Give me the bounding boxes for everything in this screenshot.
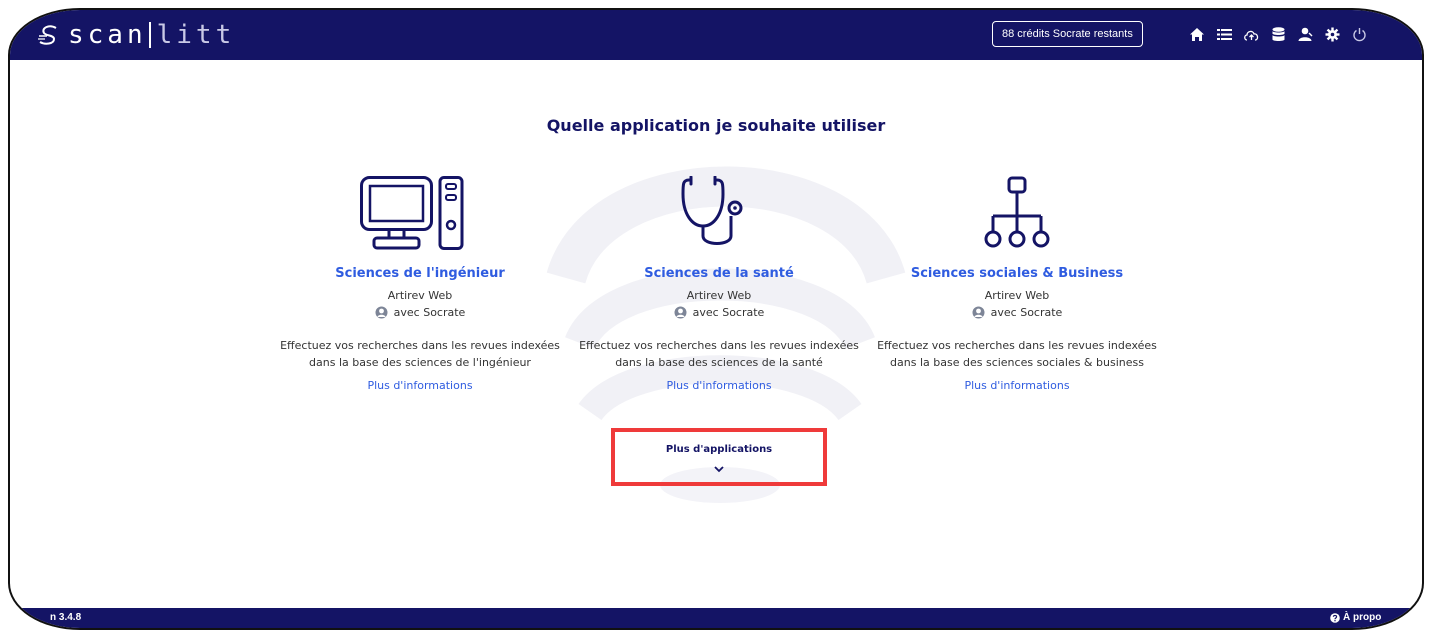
settings-button[interactable] bbox=[1321, 23, 1343, 45]
app-socrate: avec Socrate bbox=[569, 306, 869, 319]
app-description: Effectuez vos recherches dans les revues… bbox=[280, 339, 560, 369]
logo-separator bbox=[148, 22, 151, 48]
upload-button[interactable] bbox=[1240, 23, 1262, 45]
list-button[interactable] bbox=[1213, 23, 1235, 45]
credits-label: 88 crédits Socrate restants bbox=[1002, 28, 1133, 40]
database-icon bbox=[1272, 26, 1284, 41]
app-name[interactable]: Sciences sociales & Business bbox=[867, 266, 1167, 281]
app-subtitle: Artirev Web bbox=[984, 289, 1050, 302]
app-socrate-label: avec Socrate bbox=[393, 306, 466, 319]
page-title: Quelle application je souhaite utiliser bbox=[546, 116, 886, 135]
app-socrate: avec Socrate bbox=[867, 306, 1167, 319]
more-info-link[interactable]: Plus d'informations bbox=[867, 379, 1167, 392]
home-button[interactable] bbox=[1186, 23, 1208, 45]
app-name[interactable]: Sciences de l'ingénieur bbox=[270, 266, 570, 281]
app-socrate-label: avec Socrate bbox=[692, 306, 765, 319]
socrate-icon bbox=[375, 306, 388, 319]
logout-button[interactable] bbox=[1348, 23, 1370, 45]
home-icon bbox=[1190, 27, 1204, 41]
chevron-down-icon bbox=[714, 466, 724, 473]
gear-icon bbox=[1325, 27, 1339, 41]
user-button[interactable] bbox=[1294, 23, 1316, 45]
app-socrate-label: avec Socrate bbox=[990, 306, 1063, 319]
app-card-ingenieur: Sciences de l'ingénieur Artirev Web avec… bbox=[270, 176, 570, 392]
question-circle-icon bbox=[1330, 612, 1340, 623]
more-apps-label: Plus d'applications bbox=[665, 444, 773, 455]
more-info-link[interactable]: Plus d'informations bbox=[270, 379, 570, 392]
app-card-sociales: Sciences sociales & Business Artirev Web… bbox=[867, 176, 1167, 392]
top-navbar: scan litt 88 crédits Socrate restants bbox=[10, 10, 1422, 60]
user-icon bbox=[1298, 27, 1312, 41]
credits-badge[interactable]: 88 crédits Socrate restants bbox=[992, 21, 1143, 47]
logo-text-scan: scan bbox=[68, 20, 147, 50]
about-link[interactable]: À propo bbox=[1330, 612, 1381, 623]
app-frame: scan litt 88 crédits Socrate restants Qu… bbox=[10, 10, 1422, 628]
app-card-sante: Sciences de la santé Artirev Web avec So… bbox=[569, 176, 869, 392]
app-name[interactable]: Sciences de la santé bbox=[569, 266, 869, 281]
app-description: Effectuez vos recherches dans les revues… bbox=[877, 339, 1157, 369]
computer-icon[interactable] bbox=[360, 176, 480, 252]
stethoscope-icon[interactable] bbox=[679, 176, 759, 252]
logo-swirl-icon bbox=[38, 25, 57, 45]
app-socrate: avec Socrate bbox=[270, 306, 570, 319]
socrate-icon bbox=[674, 306, 687, 319]
database-button[interactable] bbox=[1267, 23, 1289, 45]
app-subtitle: Artirev Web bbox=[686, 289, 752, 302]
version-label: n 3.4.8 bbox=[50, 612, 82, 623]
socrate-icon bbox=[972, 306, 985, 319]
more-info-link[interactable]: Plus d'informations bbox=[569, 379, 869, 392]
about-label: À propo bbox=[1343, 612, 1382, 623]
more-apps-button[interactable]: Plus d'applications bbox=[611, 428, 827, 486]
app-description: Effectuez vos recherches dans les revues… bbox=[579, 339, 859, 369]
main-content: Quelle application je souhaite utiliser … bbox=[10, 60, 1422, 608]
scanlitt-logo[interactable]: scan litt bbox=[36, 16, 235, 54]
app-subtitle: Artirev Web bbox=[387, 289, 453, 302]
more-apps-chevron bbox=[615, 458, 823, 477]
nav-icons bbox=[1186, 23, 1375, 45]
list-icon bbox=[1216, 28, 1232, 40]
cloud-upload-icon bbox=[1243, 30, 1258, 41]
logo-text-litt: litt bbox=[156, 20, 236, 50]
footer: n 3.4.8 À propo bbox=[10, 608, 1422, 628]
power-icon bbox=[1352, 27, 1366, 41]
org-chart-icon[interactable] bbox=[979, 176, 1055, 252]
